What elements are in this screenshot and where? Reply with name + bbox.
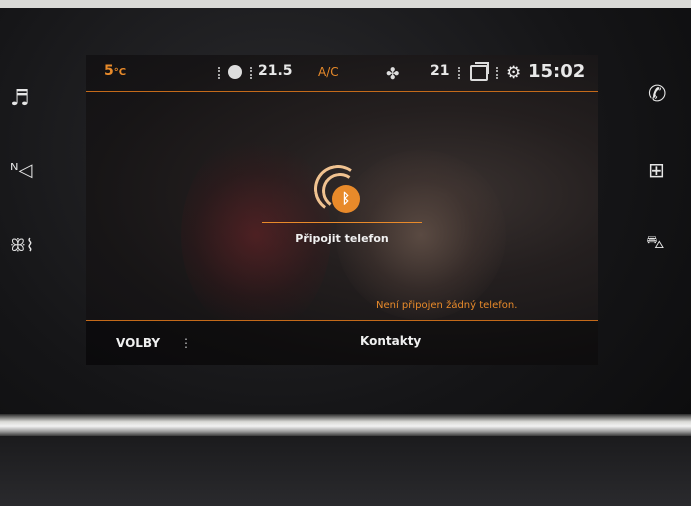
more-menu-icon[interactable]: ⋮ xyxy=(180,336,192,350)
chrome-trim xyxy=(0,414,691,436)
outside-temperature: 5°C xyxy=(104,63,127,79)
dashboard-lower xyxy=(0,436,691,506)
separator xyxy=(496,67,500,79)
fan-icon[interactable]: ✤ xyxy=(386,64,399,83)
car-icon[interactable]: ⛍ xyxy=(646,232,665,256)
no-phone-notice: Není připojen žádný telefon. xyxy=(376,300,518,311)
phone-icon[interactable]: ✆ xyxy=(648,82,666,107)
separator xyxy=(458,67,462,79)
cabin-temp-left[interactable]: 21.5 xyxy=(258,63,293,79)
navigation-icon[interactable]: ᴺ◁ xyxy=(10,160,32,181)
separator xyxy=(218,67,222,79)
separator xyxy=(250,67,254,79)
climate-icon[interactable]: ꕥ⌇ xyxy=(10,236,34,256)
dashboard-trim xyxy=(0,0,691,8)
seat-heating-icon[interactable] xyxy=(228,65,242,79)
divider xyxy=(262,222,422,223)
contacts-button[interactable]: Kontakty xyxy=(360,334,421,348)
gear-icon[interactable]: ⚙ xyxy=(506,63,521,83)
cabin-temp-right[interactable]: 21 xyxy=(430,63,449,79)
ac-label[interactable]: A/C xyxy=(318,65,339,79)
infotainment-screen: 5°C 21.5 A/C ✤ 21 ⚙ 15:02 ᛒ Připojit tel… xyxy=(86,55,598,365)
options-button[interactable]: VOLBY xyxy=(116,336,160,350)
status-bar: 5°C 21.5 A/C ✤ 21 ⚙ 15:02 xyxy=(86,55,598,92)
music-icon[interactable]: ♬ xyxy=(10,86,30,111)
connect-phone-label[interactable]: Připojit telefon xyxy=(262,232,422,245)
clock: 15:02 xyxy=(528,61,586,82)
connect-phone-button[interactable]: ᛒ xyxy=(310,161,366,217)
bluetooth-icon: ᛒ xyxy=(332,185,360,213)
bottom-bar: VOLBY ⋮ Kontakty xyxy=(86,321,598,365)
windows-icon[interactable] xyxy=(470,62,489,81)
apps-icon[interactable]: ⊞ xyxy=(648,158,665,182)
